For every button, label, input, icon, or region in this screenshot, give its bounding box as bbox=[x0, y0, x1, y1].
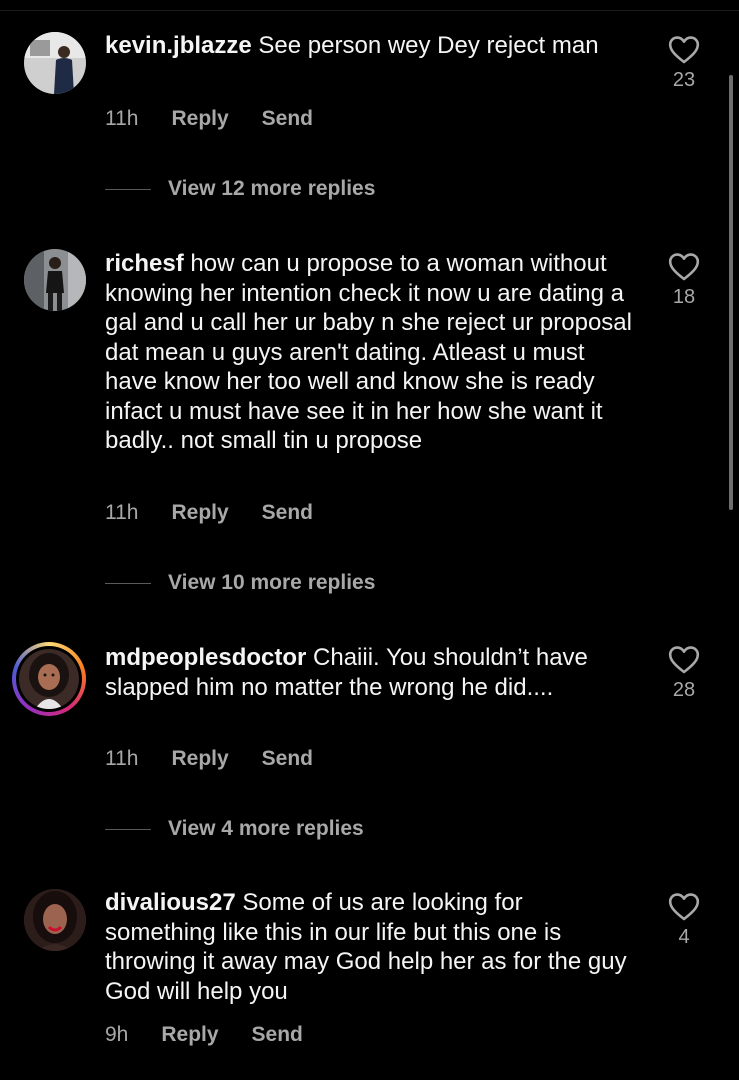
replies-divider bbox=[105, 582, 151, 584]
comment-meta: 9h Reply Send bbox=[105, 1023, 303, 1047]
like-control: 18 bbox=[662, 252, 706, 309]
comment-meta: 11h Reply Send bbox=[105, 107, 313, 131]
heart-outline-icon[interactable] bbox=[668, 35, 700, 65]
heart-outline-icon[interactable] bbox=[668, 252, 700, 282]
view-replies-label: View 12 more replies bbox=[168, 177, 376, 200]
like-count: 23 bbox=[672, 69, 696, 91]
replies-divider bbox=[105, 188, 151, 190]
avatar-story-ring[interactable] bbox=[12, 642, 86, 716]
avatar-ring-gap bbox=[16, 646, 82, 712]
avatar[interactable] bbox=[24, 249, 86, 311]
view-replies-button[interactable]: View 12 more replies bbox=[105, 177, 375, 201]
comment-time: 11h bbox=[105, 501, 139, 524]
reply-button[interactable]: Reply bbox=[171, 107, 228, 131]
send-button[interactable]: Send bbox=[262, 107, 313, 131]
avatar bbox=[19, 649, 79, 709]
comment-body: kevin.jblazze See person wey Dey reject … bbox=[105, 31, 635, 61]
top-divider bbox=[0, 10, 739, 11]
like-control: 4 bbox=[662, 892, 706, 949]
comment-body: divalious27 Some of us are looking for s… bbox=[105, 888, 635, 1006]
view-replies-button[interactable]: View 4 more replies bbox=[105, 817, 364, 841]
like-count: 28 bbox=[672, 679, 696, 701]
view-replies-label: View 4 more replies bbox=[168, 817, 364, 840]
heart-outline-icon[interactable] bbox=[668, 892, 700, 922]
comment-meta: 11h Reply Send bbox=[105, 501, 313, 525]
like-count: 18 bbox=[672, 286, 696, 308]
heart-outline-icon[interactable] bbox=[668, 645, 700, 675]
like-control: 28 bbox=[662, 645, 706, 702]
comment-username[interactable]: richesf bbox=[105, 250, 184, 277]
send-button[interactable]: Send bbox=[262, 501, 313, 525]
reply-button[interactable]: Reply bbox=[171, 747, 228, 771]
send-button[interactable]: Send bbox=[262, 747, 313, 771]
avatar-image bbox=[24, 249, 86, 311]
view-replies-button[interactable]: View 10 more replies bbox=[105, 571, 375, 595]
comment-body: mdpeoplesdoctor Chaiii. You shouldn’t ha… bbox=[105, 643, 635, 702]
comment-body: richesf how can u propose to a woman wit… bbox=[105, 249, 635, 456]
avatar[interactable] bbox=[24, 889, 86, 951]
scrollbar[interactable] bbox=[729, 75, 733, 510]
comment-username[interactable]: kevin.jblazze bbox=[105, 32, 252, 59]
comment-meta: 11h Reply Send bbox=[105, 747, 313, 771]
view-replies-label: View 10 more replies bbox=[168, 571, 376, 594]
like-control: 23 bbox=[662, 35, 706, 92]
comment-username[interactable]: mdpeoplesdoctor bbox=[105, 644, 306, 671]
comment-username[interactable]: divalious27 bbox=[105, 889, 236, 916]
avatar[interactable] bbox=[24, 32, 86, 94]
like-count: 4 bbox=[678, 926, 690, 948]
avatar-image bbox=[24, 889, 86, 951]
reply-button[interactable]: Reply bbox=[161, 1023, 218, 1047]
comment-time: 11h bbox=[105, 747, 139, 770]
comment-text: See person wey Dey reject man bbox=[258, 32, 599, 59]
send-button[interactable]: Send bbox=[252, 1023, 303, 1047]
replies-divider bbox=[105, 828, 151, 830]
reply-button[interactable]: Reply bbox=[171, 501, 228, 525]
comment-time: 9h bbox=[105, 1023, 129, 1046]
comment-time: 11h bbox=[105, 107, 139, 130]
comment-text: how can u propose to a woman without kno… bbox=[105, 250, 632, 454]
avatar-image bbox=[24, 32, 86, 94]
avatar-image bbox=[19, 649, 79, 709]
